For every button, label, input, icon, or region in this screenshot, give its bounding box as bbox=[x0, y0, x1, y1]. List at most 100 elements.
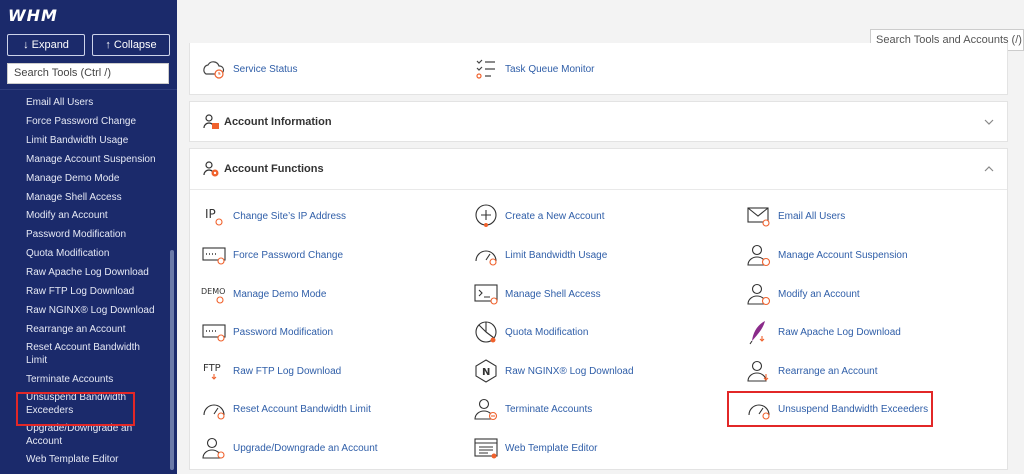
cloud-clock-icon bbox=[200, 56, 228, 82]
tool-change-site-ip[interactable]: IP Change Site’s IP Address bbox=[200, 203, 346, 229]
section-title: Account Information bbox=[224, 116, 332, 128]
user-suspend-icon bbox=[745, 242, 773, 268]
tool-modify-an-account[interactable]: Modify an Account bbox=[745, 281, 860, 307]
chevron-down-icon[interactable] bbox=[983, 116, 995, 128]
tool-label: Email All Users bbox=[778, 210, 846, 222]
user-icon bbox=[200, 435, 228, 461]
tool-manage-demo-mode[interactable]: DEMO Manage Demo Mode bbox=[200, 281, 326, 307]
sidebar-divider bbox=[0, 89, 177, 90]
account-information-panel: Account Information bbox=[189, 101, 1008, 142]
tool-raw-apache-log-download[interactable]: Raw Apache Log Download bbox=[745, 319, 901, 345]
chevron-up-icon[interactable] bbox=[983, 163, 995, 175]
tool-label: Change Site’s IP Address bbox=[233, 210, 347, 222]
demo-icon: DEMO bbox=[200, 281, 228, 307]
tool-rearrange-an-account[interactable]: Rearrange an Account bbox=[745, 358, 878, 384]
sidebar-item-manage-account-suspension[interactable]: Manage Account Suspension bbox=[0, 151, 168, 170]
nginx-icon-text: N bbox=[482, 367, 490, 378]
user-move-icon bbox=[745, 358, 773, 384]
sidebar-item-quota-modification[interactable]: Quota Modification bbox=[0, 245, 168, 264]
sidebar-item-raw-nginx-log-download[interactable]: Raw NGINX® Log Download bbox=[0, 302, 168, 321]
tool-terminate-accounts[interactable]: Terminate Accounts bbox=[472, 396, 592, 422]
sidebar-item-reset-account-bandwidth-limit[interactable]: Reset Account Bandwidth Limit bbox=[0, 339, 168, 370]
tool-manage-account-suspension[interactable]: Manage Account Suspension bbox=[745, 242, 908, 268]
tool-label: Modify an Account bbox=[778, 288, 860, 300]
account-information-header[interactable]: Account Information bbox=[190, 102, 1007, 143]
sidebar-scrollbar[interactable] bbox=[170, 250, 174, 470]
section-title: Account Functions bbox=[224, 163, 324, 175]
tool-web-template-editor[interactable]: Web Template Editor bbox=[472, 435, 597, 461]
tool-label: Web Template Editor bbox=[505, 442, 598, 454]
sidebar-item-raw-apache-log-download[interactable]: Raw Apache Log Download bbox=[0, 264, 168, 283]
sidebar: WHM ↓ Expand ↑ Collapse Search Tools (Ct… bbox=[0, 0, 177, 474]
expand-button[interactable]: ↓ Expand bbox=[7, 34, 85, 56]
tool-raw-nginx-log-download[interactable]: N Raw NGINX® Log Download bbox=[472, 358, 634, 384]
collapse-button[interactable]: ↑ Collapse bbox=[92, 34, 170, 56]
demo-icon-text: DEMO bbox=[201, 287, 225, 296]
tool-label: Quota Modification bbox=[505, 326, 589, 338]
account-functions-header[interactable]: Account Functions bbox=[190, 149, 1007, 190]
sidebar-item-raw-ftp-log-download[interactable]: Raw FTP Log Download bbox=[0, 283, 168, 302]
tool-label: Reset Account Bandwidth Limit bbox=[233, 403, 371, 415]
tool-raw-ftp-log-download[interactable]: FTP Raw FTP Log Download bbox=[200, 358, 341, 384]
tool-label: Limit Bandwidth Usage bbox=[505, 249, 608, 261]
user-remove-icon bbox=[472, 396, 500, 422]
plus-circle-icon bbox=[472, 203, 500, 229]
tool-label: Raw NGINX® Log Download bbox=[505, 365, 634, 377]
tool-label: Password Modification bbox=[233, 326, 334, 338]
tool-service-status[interactable]: Service Status bbox=[200, 56, 297, 82]
tool-force-password-change[interactable]: Force Password Change bbox=[200, 242, 343, 268]
browser-window-icon bbox=[472, 435, 500, 461]
tool-limit-bandwidth-usage[interactable]: Limit Bandwidth Usage bbox=[472, 242, 607, 268]
tool-manage-shell-access[interactable]: Manage Shell Access bbox=[472, 281, 601, 307]
apache-feather-icon bbox=[745, 319, 773, 345]
tool-label: Create a New Account bbox=[505, 210, 605, 222]
account-info-icon bbox=[202, 113, 220, 131]
ip-icon-text: IP bbox=[205, 207, 216, 221]
sidebar-item-limit-bandwidth-usage[interactable]: Limit Bandwidth Usage bbox=[0, 132, 168, 151]
envelope-icon bbox=[745, 203, 773, 229]
tool-task-queue-monitor[interactable]: Task Queue Monitor bbox=[472, 56, 595, 82]
account-functions-icon bbox=[202, 160, 220, 178]
tool-quota-modification[interactable]: Quota Modification bbox=[472, 319, 588, 345]
pie-chart-icon bbox=[472, 319, 500, 345]
tool-label: Task Queue Monitor bbox=[505, 63, 595, 75]
sidebar-item-rearrange-an-account[interactable]: Rearrange an Account bbox=[0, 321, 168, 340]
tool-label: Service Status bbox=[233, 63, 298, 75]
tool-label: Manage Demo Mode bbox=[233, 288, 327, 300]
password-field-icon bbox=[200, 242, 228, 268]
tool-highlight-box bbox=[727, 391, 933, 427]
sidebar-item-web-template-editor[interactable]: Web Template Editor bbox=[0, 451, 168, 470]
tool-email-all-users[interactable]: Email All Users bbox=[745, 203, 845, 229]
tool-label: Manage Shell Access bbox=[505, 288, 601, 300]
password-field-icon bbox=[200, 319, 228, 345]
tool-label: Terminate Accounts bbox=[505, 403, 593, 415]
user-edit-icon bbox=[745, 281, 773, 307]
gauge-icon bbox=[472, 242, 500, 268]
tool-label: Upgrade/Downgrade an Account bbox=[233, 442, 378, 454]
tool-label: Raw Apache Log Download bbox=[778, 326, 901, 338]
checklist-icon bbox=[472, 56, 500, 82]
sidebar-item-force-password-change[interactable]: Force Password Change bbox=[0, 113, 168, 132]
server-status-panel: Service Status Task Queue Monitor bbox=[189, 43, 1008, 95]
sidebar-item-manage-demo-mode[interactable]: Manage Demo Mode bbox=[0, 170, 168, 189]
tool-upgrade-downgrade-account[interactable]: Upgrade/Downgrade an Account bbox=[200, 435, 378, 461]
sidebar-item-password-modification[interactable]: Password Modification bbox=[0, 226, 168, 245]
ftp-icon: FTP bbox=[200, 358, 228, 384]
nginx-icon: N bbox=[472, 358, 500, 384]
ip-icon: IP bbox=[200, 203, 228, 229]
tool-password-modification[interactable]: Password Modification bbox=[200, 319, 333, 345]
sidebar-item-manage-shell-access[interactable]: Manage Shell Access bbox=[0, 188, 168, 207]
sidebar-item-email-all-users[interactable]: Email All Users bbox=[0, 94, 168, 113]
sidebar-highlight-box bbox=[16, 392, 135, 426]
tool-label: Rearrange an Account bbox=[778, 365, 878, 377]
ftp-icon-text: FTP bbox=[203, 363, 221, 374]
tool-create-new-account[interactable]: Create a New Account bbox=[472, 203, 605, 229]
gauge-icon bbox=[200, 396, 228, 422]
sidebar-item-terminate-accounts[interactable]: Terminate Accounts bbox=[0, 370, 168, 389]
sidebar-item-modify-an-account[interactable]: Modify an Account bbox=[0, 207, 168, 226]
terminal-icon bbox=[472, 281, 500, 307]
tool-label: Force Password Change bbox=[233, 249, 344, 261]
tool-label: Manage Account Suspension bbox=[778, 249, 908, 261]
sidebar-search-input[interactable]: Search Tools (Ctrl /) bbox=[7, 63, 169, 84]
tool-reset-account-bandwidth-limit[interactable]: Reset Account Bandwidth Limit bbox=[200, 396, 371, 422]
